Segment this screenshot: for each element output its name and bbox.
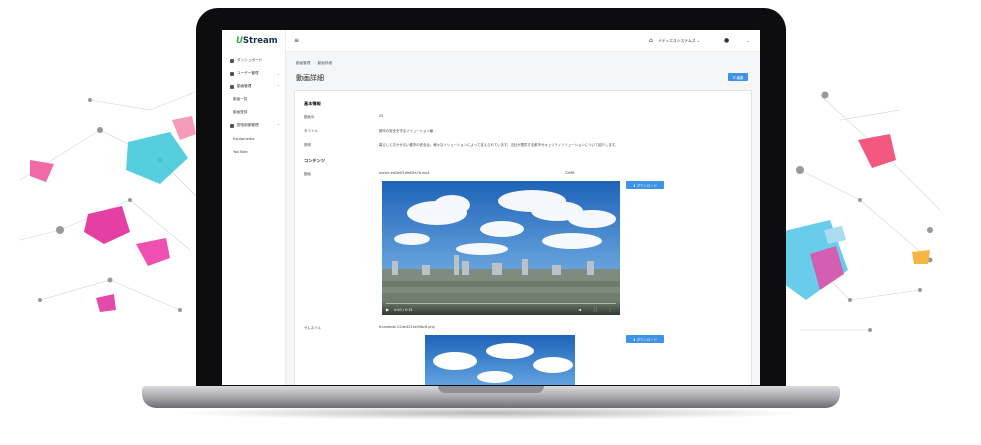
sidebar-subitem-video-list[interactable]: 動画一覧 xyxy=(222,93,286,106)
thumbnail-frame xyxy=(425,335,575,385)
video-filesize: 22MB xyxy=(565,171,575,175)
sidebar-item-dashboard[interactable]: ダッシュボード xyxy=(222,54,286,67)
logo-mark: U xyxy=(236,36,243,46)
sidebar-item-delivery[interactable]: 配信制御管理 ⌃ xyxy=(222,119,286,132)
laptop-notch xyxy=(438,386,544,393)
breadcrumb: 動画管理 / 動画詳細 xyxy=(296,61,332,66)
sidebar-nav: ダッシュボード ユーザー管理 ⌄ 動画管理 ⌃ 動画一覧 動画登録 配信制御管理… xyxy=(222,54,286,158)
fullscreen-icon[interactable]: ⛶ xyxy=(594,307,597,312)
page-title: 動画詳細 xyxy=(296,74,324,82)
main-content: 動画管理 / 動画詳細 動画詳細 ☰ 編集 基本情報 動画ID 25 タイトル 都市… xyxy=(286,52,760,385)
edit-button[interactable]: ☰ 編集 xyxy=(728,73,748,81)
video-icon xyxy=(230,84,234,89)
topbar: ≡ ⌂ メディエスシステムズ ⌄ ● ⌄ xyxy=(286,30,760,52)
hamburger-menu-icon[interactable]: ≡ xyxy=(294,37,299,44)
sidebar-item-label: 配信制御管理 xyxy=(237,123,259,127)
video-id-value: 25 xyxy=(379,114,384,118)
video-id-label: 動画ID xyxy=(304,115,315,119)
cloud-icon xyxy=(230,123,234,128)
laptop-screen: UStream ダッシュボード ユーザー管理 ⌄ 動画管理 ⌃ 動画一覧 動画登… xyxy=(222,30,760,385)
video-player[interactable]: ▶ 0:00 / 0:15 ◄ ⛶ ⋮ xyxy=(382,181,620,315)
volume-icon[interactable]: ◄ xyxy=(578,307,581,312)
video-frame xyxy=(382,181,620,315)
app-logo[interactable]: UStream xyxy=(236,36,278,46)
play-icon[interactable]: ▶ xyxy=(386,307,389,312)
sidebar-item-label: ユーザー管理 xyxy=(237,71,259,75)
progress-bar[interactable] xyxy=(386,303,616,304)
user-avatar-icon[interactable]: ● xyxy=(724,37,729,44)
sidebar-item-label: 動画管理 xyxy=(237,84,252,88)
sidebar-item-users[interactable]: ユーザー管理 ⌄ xyxy=(222,67,286,80)
chevron-down-icon: ⌄ xyxy=(276,71,280,76)
organization-selector[interactable]: メディエスシステムズ ⌄ xyxy=(658,38,700,44)
sidebar-item-videos[interactable]: 動画管理 ⌃ xyxy=(222,80,286,93)
thumbnail-image xyxy=(425,335,575,385)
breadcrumb-separator: / xyxy=(313,61,315,65)
sidebar-subitem-equipmedia[interactable]: Equipmedia xyxy=(222,132,286,145)
player-time: 0:00 / 0:15 xyxy=(394,308,413,312)
content-heading: コンテンツ xyxy=(304,158,325,163)
description-label: 説明 xyxy=(304,143,311,147)
basic-info-heading: 基本情報 xyxy=(304,101,321,106)
video-filename: movie-ed2b0f1d9d2fa76.mp4 xyxy=(379,171,430,175)
laptop-shadow xyxy=(170,406,810,420)
title-value: 都市の安全を守るソリューション編 xyxy=(379,129,434,133)
home-icon[interactable]: ⌂ xyxy=(649,37,653,44)
chevron-up-icon: ⌃ xyxy=(276,123,280,128)
sidebar-subitem-video-register[interactable]: 動画登録 xyxy=(222,106,286,119)
logo-text: Stream xyxy=(242,36,278,46)
thumbnail-download-button[interactable]: ⬇ ダウンロード xyxy=(626,335,664,343)
thumbnail-label: サムネイル xyxy=(304,326,321,330)
dashboard-icon xyxy=(230,58,234,63)
breadcrumb-current: 動画詳細 xyxy=(317,61,332,65)
chevron-up-icon: ⌃ xyxy=(276,84,280,89)
breadcrumb-root[interactable]: 動画管理 xyxy=(296,61,310,65)
title-label: タイトル xyxy=(304,129,318,133)
video-download-button[interactable]: ⬇ ダウンロード xyxy=(626,181,664,189)
more-options-icon[interactable]: ⋮ xyxy=(608,307,612,312)
description-value: 暮らしと欠かせない都市の安全は、様々なソリューションによって支えられています。当… xyxy=(379,143,619,147)
detail-card: 基本情報 動画ID 25 タイトル 都市の安全を守るソリューション編 説明 暮ら… xyxy=(294,90,752,385)
sidebar-subitem-youtube[interactable]: YouTube xyxy=(222,145,286,158)
sidebar-item-label: ダッシュボード xyxy=(237,58,263,62)
video-label: 動画 xyxy=(304,172,311,176)
chevron-down-icon[interactable]: ⌄ xyxy=(746,38,749,43)
sidebar: UStream ダッシュボード ユーザー管理 ⌄ 動画管理 ⌃ 動画一覧 動画登… xyxy=(222,30,286,385)
thumbnail-filename: thumbnail-02de4224e09bc8.png xyxy=(379,325,435,329)
user-icon xyxy=(230,71,234,76)
